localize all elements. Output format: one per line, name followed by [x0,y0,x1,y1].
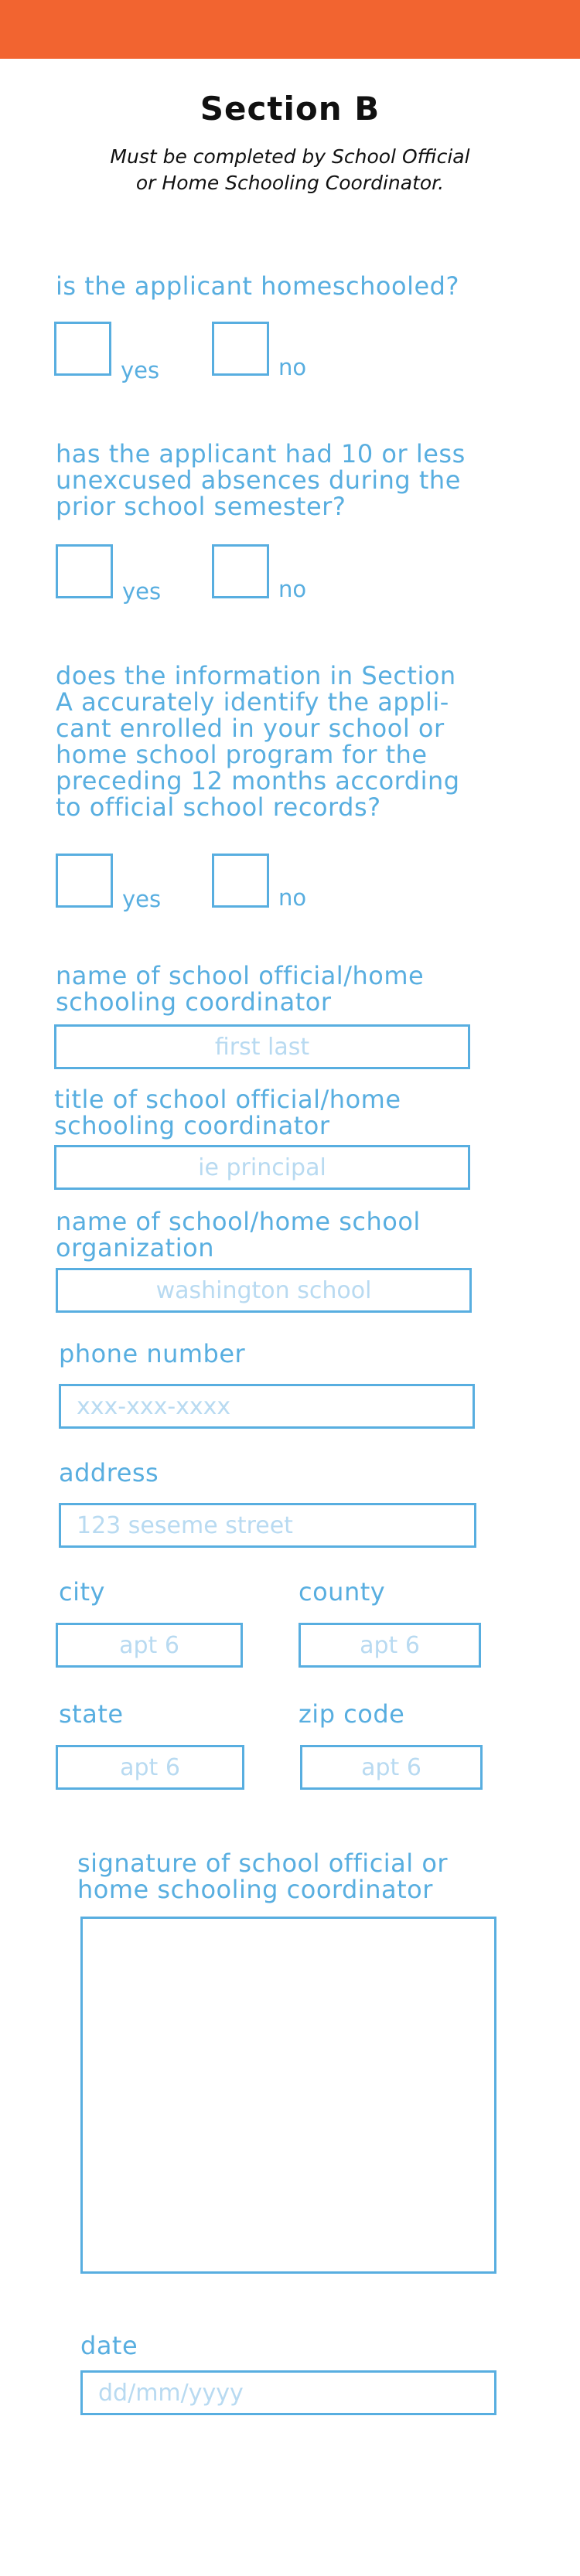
checkbox-absences-no[interactable] [212,544,269,598]
phone-input[interactable]: xxx-xxx-xxxx [59,1384,475,1429]
official-title-label: title of school official/home schooling … [54,1085,401,1140]
city-input[interactable]: apt 6 [56,1623,243,1668]
section-subtitle: Must be completed by School Official or … [110,145,470,194]
header-bar [0,0,580,59]
zip-label: zip code [299,1699,405,1729]
school-name-input[interactable]: washington school [56,1268,472,1313]
date-input[interactable]: dd/mm/yyyy [80,2370,496,2415]
county-input[interactable]: apt 6 [299,1623,481,1668]
question-section-a-accuracy: does the information in Section A accura… [56,661,460,822]
option-label-no: no [278,354,307,380]
checkbox-accuracy-yes[interactable] [56,854,113,908]
official-title-input[interactable]: ie principal [54,1145,470,1190]
option-label-no: no [278,576,307,602]
address-label: address [59,1458,159,1487]
zip-input[interactable]: apt 6 [300,1745,483,1790]
checkbox-homeschooled-no[interactable] [212,322,269,376]
county-label: county [299,1577,386,1607]
date-label: date [80,2331,138,2360]
city-label: city [59,1577,105,1607]
section-title: Section B [200,90,380,128]
state-label: state [59,1699,124,1729]
phone-label: phone number [59,1339,246,1368]
official-name-input[interactable]: first last [54,1024,470,1069]
school-name-label: name of school/home school organization [56,1207,421,1262]
checkbox-accuracy-no[interactable] [212,854,269,908]
option-label-yes: yes [122,886,162,912]
official-name-label: name of school official/home schooling c… [56,961,425,1017]
question-homeschooled: is the applicant homeschooled? [56,271,459,301]
checkbox-homeschooled-yes[interactable] [54,322,111,376]
signature-pad[interactable] [80,1917,496,2274]
option-label-yes: yes [122,578,162,605]
option-label-yes: yes [121,357,160,383]
state-input[interactable]: apt 6 [56,1745,244,1790]
checkbox-absences-yes[interactable] [56,544,113,598]
address-input[interactable]: 123 seseme street [59,1503,476,1548]
signature-label: signature of school official or home sch… [77,1849,449,1904]
question-absences: has the applicant had 10 or less unexcus… [56,439,466,521]
option-label-no: no [278,884,307,911]
